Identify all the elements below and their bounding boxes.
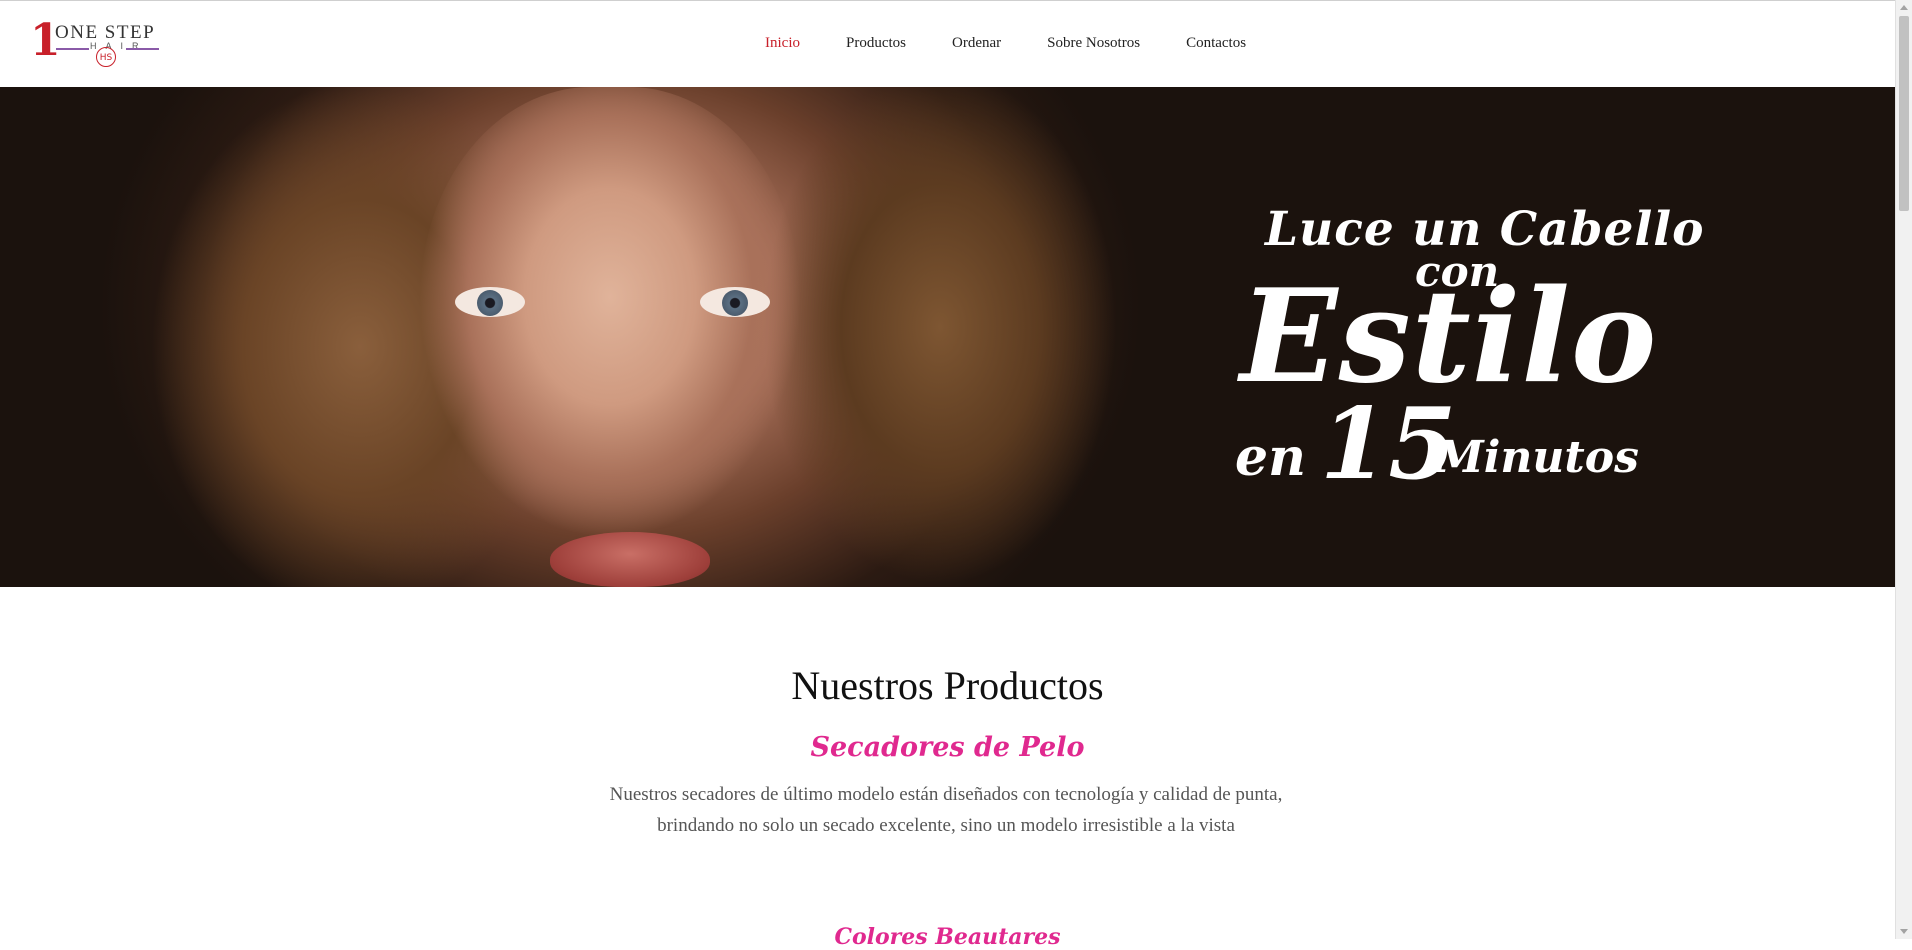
nav-link-ordenar[interactable]: Ordenar bbox=[952, 35, 1001, 52]
scrollbar-thumb[interactable] bbox=[1899, 16, 1909, 211]
product-title-secadores: Secadores de Pelo bbox=[810, 732, 1085, 763]
hero-banner: Luce un Cabello con Estilo en 15 Minutos bbox=[0, 87, 1895, 587]
scroll-down-arrow-icon[interactable] bbox=[1900, 929, 1908, 934]
logo-divider-right bbox=[126, 48, 159, 50]
nav-link-contactos[interactable]: Contactos bbox=[1186, 35, 1246, 52]
products-section: Nuestros Productos Secadores de Pelo Nue… bbox=[0, 587, 1895, 950]
main-navigation: Inicio Productos Ordenar Sobre Nosotros … bbox=[765, 35, 1292, 52]
product-description-secadores: Nuestros secadores de último modelo está… bbox=[609, 784, 1283, 836]
nav-link-sobre-nosotros[interactable]: Sobre Nosotros bbox=[1047, 35, 1140, 52]
hero-image-eye-right bbox=[700, 287, 770, 317]
hero-line-4: en bbox=[1235, 427, 1306, 488]
hero-image-lips bbox=[550, 532, 710, 587]
scroll-up-arrow-icon[interactable] bbox=[1900, 5, 1908, 10]
products-heading: Nuestros Productos bbox=[791, 663, 1104, 708]
logo-divider-left bbox=[56, 48, 89, 50]
hero-image-face bbox=[420, 87, 800, 557]
page-scrollbar[interactable] bbox=[1895, 0, 1912, 939]
logo-emblem-icon: HS bbox=[96, 47, 116, 67]
product-title-colores: Colores Beautares bbox=[834, 924, 1061, 950]
hero-line-6: Minutos bbox=[1435, 432, 1639, 483]
nav-link-inicio[interactable]: Inicio bbox=[765, 35, 800, 52]
hero-image-eye-left bbox=[455, 287, 525, 317]
brand-logo[interactable]: 1 ONE STEP HAIR HS bbox=[30, 19, 165, 69]
site-header: 1 ONE STEP HAIR HS Inicio Productos Orde… bbox=[0, 1, 1895, 87]
hero-image-hair-right bbox=[760, 87, 1200, 587]
nav-link-productos[interactable]: Productos bbox=[846, 35, 906, 52]
